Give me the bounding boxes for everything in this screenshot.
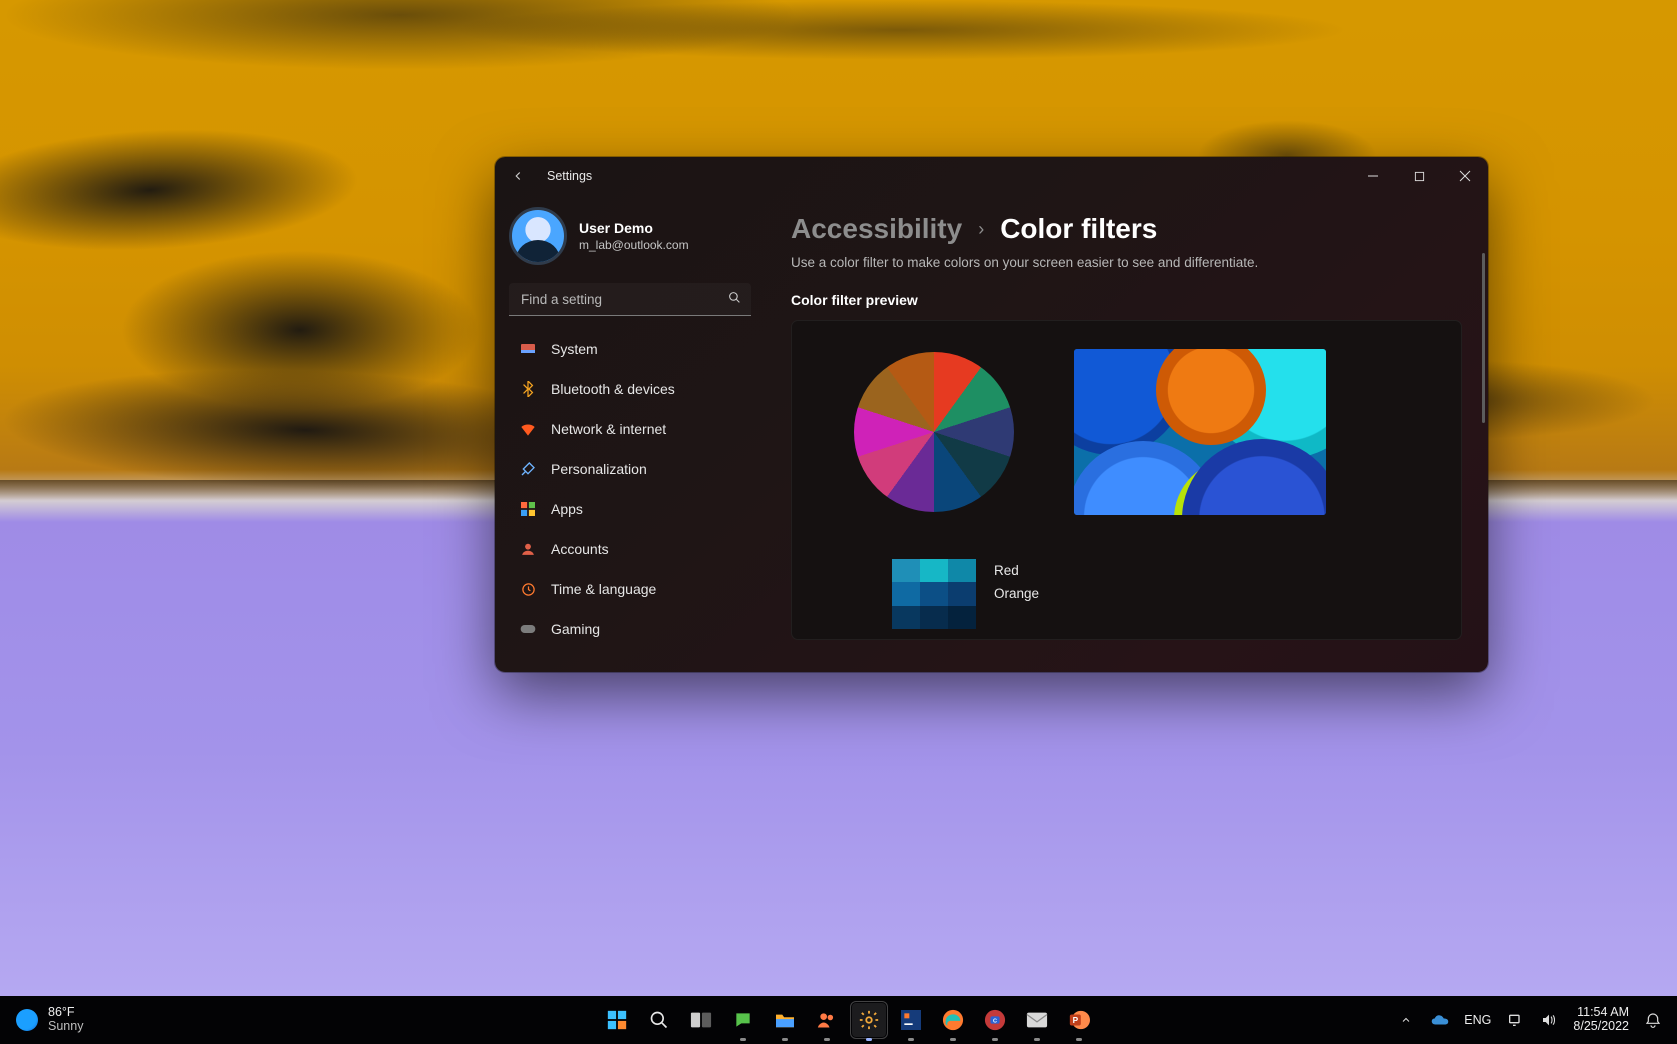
nav-label: Network & internet <box>551 421 666 437</box>
window-title: Settings <box>547 169 592 183</box>
swatch <box>892 582 920 605</box>
network-tray-icon[interactable] <box>1505 1010 1525 1030</box>
nav-gaming[interactable]: Gaming <box>509 610 755 648</box>
taskbar-search[interactable] <box>642 1003 676 1037</box>
swatch <box>948 559 976 582</box>
breadcrumb: Accessibility › Color filters <box>791 213 1462 245</box>
avatar <box>509 207 567 265</box>
nav-system[interactable]: System <box>509 330 755 368</box>
accounts-icon <box>519 540 537 558</box>
nav-network[interactable]: Network & internet <box>509 410 755 448</box>
nav-personalization[interactable]: Personalization <box>509 450 755 488</box>
apps-icon <box>519 500 537 518</box>
taskbar-center: C P <box>300 1003 1396 1037</box>
swatch <box>920 582 948 605</box>
taskbar-powerpoint[interactable]: P <box>1062 1003 1096 1037</box>
settings-window: Settings User Demo m_lab@outlook.com <box>495 157 1488 672</box>
taskbar-widgets[interactable]: 86°F Sunny <box>0 1006 300 1034</box>
swatch <box>892 559 920 582</box>
section-title: Color filter preview <box>791 292 1462 308</box>
color-name: Orange <box>994 586 1039 601</box>
nav-apps[interactable]: Apps <box>509 490 755 528</box>
nav-bluetooth[interactable]: Bluetooth & devices <box>509 370 755 408</box>
titlebar[interactable]: Settings <box>495 157 1488 195</box>
tray-language[interactable]: ENG <box>1464 1013 1491 1027</box>
notifications-icon[interactable] <box>1643 1010 1663 1030</box>
color-name-list: Red Orange <box>994 559 1039 601</box>
taskbar[interactable]: 86°F Sunny C P ENG 11:54 AM 8/25/2022 <box>0 996 1677 1044</box>
nav-label: Accounts <box>551 541 609 557</box>
system-tray[interactable]: ENG 11:54 AM 8/25/2022 <box>1396 1006 1677 1034</box>
maximize-button[interactable] <box>1396 160 1442 192</box>
close-button[interactable] <box>1442 160 1488 192</box>
swatch <box>948 582 976 605</box>
taskbar-edge[interactable] <box>936 1003 970 1037</box>
breadcrumb-parent[interactable]: Accessibility <box>791 213 962 245</box>
taskbar-settings[interactable] <box>852 1003 886 1037</box>
chevron-right-icon: › <box>978 219 984 240</box>
nav-label: Personalization <box>551 461 647 477</box>
nav-label: Apps <box>551 501 583 517</box>
search-box[interactable] <box>509 283 751 316</box>
weather-icon <box>16 1009 38 1031</box>
minimize-button[interactable] <box>1350 160 1396 192</box>
preview-card: Red Orange <box>791 320 1462 640</box>
swatch <box>920 559 948 582</box>
search-input[interactable] <box>509 283 751 316</box>
weather-cond: Sunny <box>48 1020 83 1034</box>
nav-time[interactable]: Time & language <box>509 570 755 608</box>
user-email: m_lab@outlook.com <box>579 238 689 252</box>
user-name: User Demo <box>579 220 689 236</box>
task-view[interactable] <box>684 1003 718 1037</box>
nav-accounts[interactable]: Accounts <box>509 530 755 568</box>
taskbar-people[interactable] <box>810 1003 844 1037</box>
volume-icon[interactable] <box>1539 1010 1559 1030</box>
onedrive-icon[interactable] <box>1430 1010 1450 1030</box>
start-button[interactable] <box>600 1003 634 1037</box>
photo-preview <box>1074 349 1326 515</box>
svg-text:C: C <box>993 1018 997 1024</box>
taskbar-teams[interactable]: C <box>978 1003 1012 1037</box>
wifi-icon <box>519 420 537 438</box>
scrollbar[interactable] <box>1482 253 1485 423</box>
system-icon <box>519 340 537 358</box>
color-wheel-preview <box>854 352 1014 512</box>
nav-label: Bluetooth & devices <box>551 381 675 397</box>
breadcrumb-leaf: Color filters <box>1000 213 1157 245</box>
clock-time: 11:54 AM <box>1573 1006 1629 1020</box>
clock-date: 8/25/2022 <box>1573 1020 1629 1034</box>
swatch <box>892 606 920 629</box>
nav-label: System <box>551 341 598 357</box>
weather-temp: 86°F <box>48 1006 83 1020</box>
clock-icon <box>519 580 537 598</box>
brush-icon <box>519 460 537 478</box>
swatch <box>920 606 948 629</box>
taskbar-chat[interactable] <box>726 1003 760 1037</box>
taskbar-jetbrains[interactable] <box>894 1003 928 1037</box>
bluetooth-icon <box>519 380 537 398</box>
sidebar: User Demo m_lab@outlook.com System Bluet… <box>495 195 765 672</box>
taskbar-clock[interactable]: 11:54 AM 8/25/2022 <box>1573 1006 1629 1034</box>
color-name: Red <box>994 563 1039 578</box>
gaming-icon <box>519 620 537 638</box>
search-icon <box>728 291 741 309</box>
user-account-block[interactable]: User Demo m_lab@outlook.com <box>509 201 755 279</box>
content-area: Accessibility › Color filters Use a colo… <box>765 195 1488 672</box>
nav-label: Time & language <box>551 581 656 597</box>
page-description: Use a color filter to make colors on you… <box>791 255 1462 270</box>
svg-text:P: P <box>1073 1016 1079 1025</box>
taskbar-mail[interactable] <box>1020 1003 1054 1037</box>
taskbar-explorer[interactable] <box>768 1003 802 1037</box>
color-swatches <box>892 559 976 629</box>
back-button[interactable] <box>505 163 531 189</box>
nav-label: Gaming <box>551 621 600 637</box>
tray-overflow-icon[interactable] <box>1396 1010 1416 1030</box>
swatch <box>948 606 976 629</box>
